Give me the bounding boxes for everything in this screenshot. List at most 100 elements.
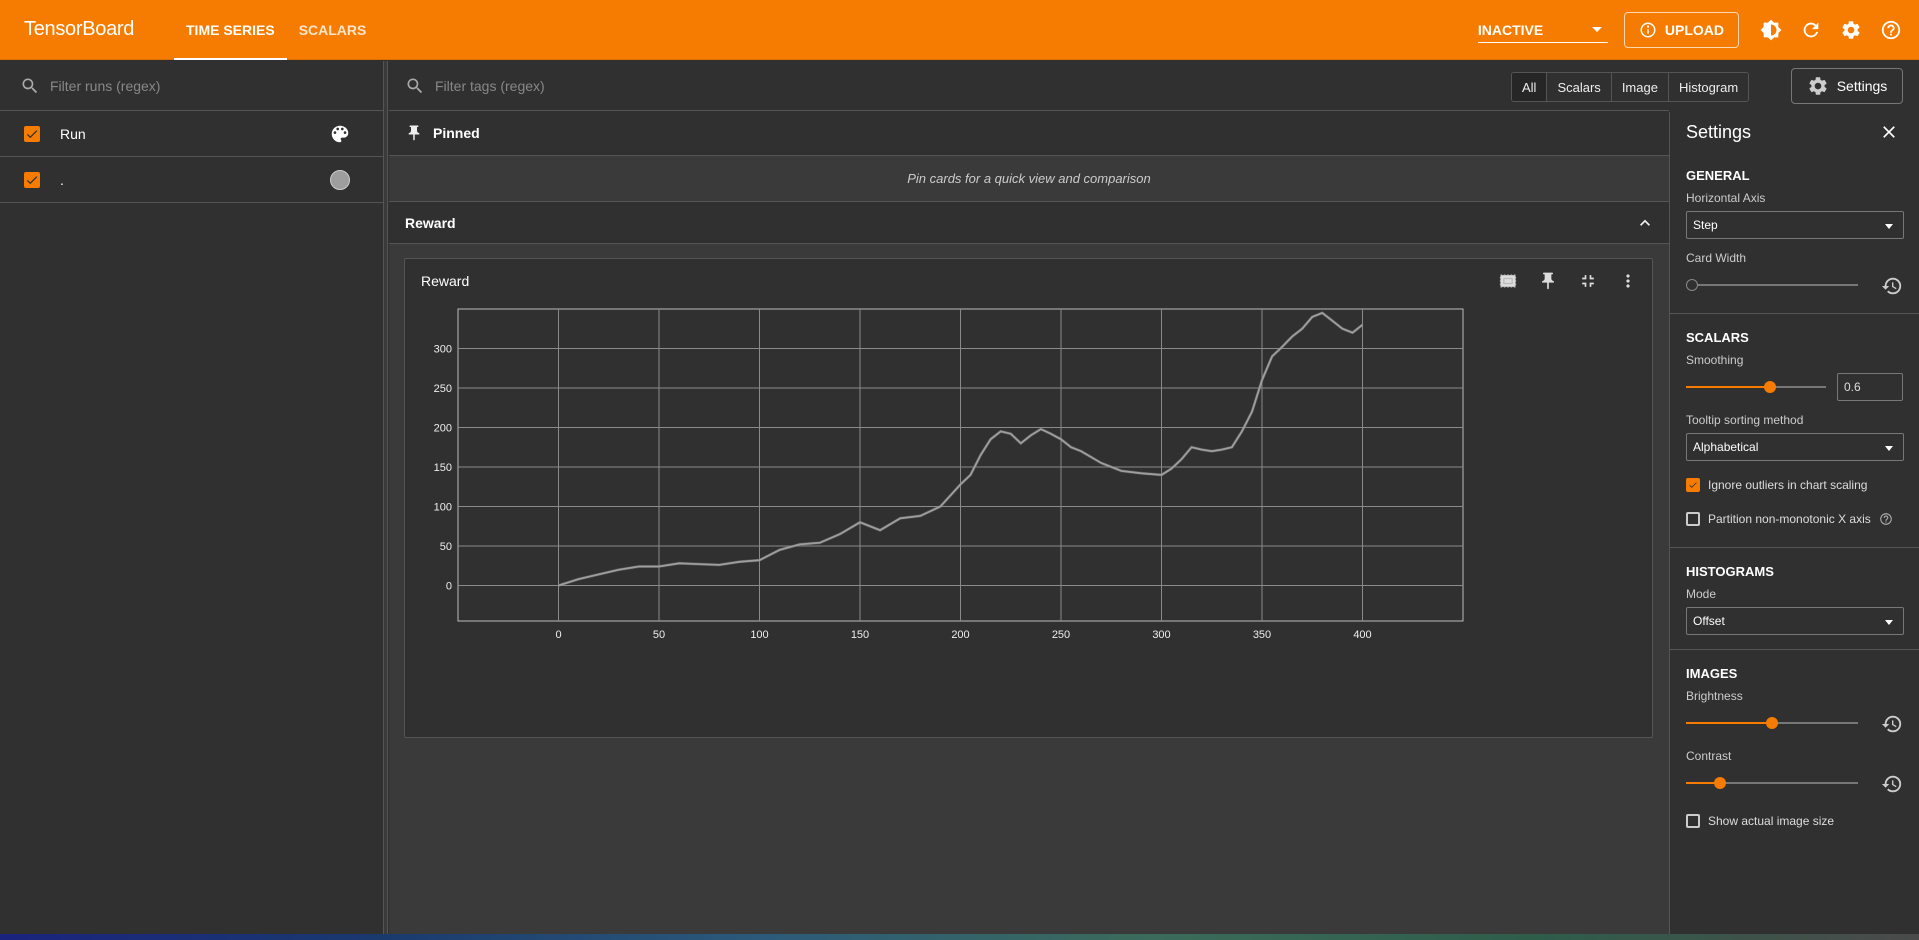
theme-toggle-button[interactable] <box>1751 10 1791 50</box>
y-tick-label: 100 <box>434 501 452 513</box>
run-row[interactable]: . <box>0 157 383 203</box>
x-tick-label: 350 <box>1253 629 1271 641</box>
brightness-label: Brightness <box>1686 689 1743 703</box>
slider-thumb[interactable] <box>1764 381 1776 393</box>
inactive-plugins-select[interactable]: INACTIVE <box>1477 17 1608 43</box>
actual-size-row[interactable]: Show actual image size <box>1686 807 1903 835</box>
settings-toggle-button[interactable]: Settings <box>1791 68 1903 104</box>
run-checkbox[interactable] <box>24 171 40 188</box>
fit-domain-button[interactable] <box>1490 267 1526 295</box>
x-tick-label: 150 <box>851 629 869 641</box>
filter-scalars-button[interactable]: Scalars <box>1546 73 1611 101</box>
palette-icon[interactable] <box>329 123 351 145</box>
horizontal-axis-label: Horizontal Axis <box>1686 191 1766 205</box>
settings-scalars-section: SCALARS Smoothing 0.6 Tooltip sorting me… <box>1670 314 1919 548</box>
x-tick-label: 200 <box>951 629 969 641</box>
pin-icon <box>408 125 420 141</box>
x-tick-label: 100 <box>750 629 768 641</box>
slider-thumb[interactable] <box>1714 777 1726 789</box>
y-tick-label: 0 <box>446 580 452 592</box>
close-icon[interactable] <box>1879 122 1899 142</box>
brand-title: TensorBoard <box>24 18 135 40</box>
runs-sidebar: Run . <box>0 61 384 934</box>
reset-icon[interactable] <box>1881 773 1903 795</box>
refresh-icon <box>1803 22 1819 38</box>
brightness-icon <box>1760 19 1782 41</box>
line-chart[interactable]: 0 50 100 150 200 250 300 350 400 0 50 100 150 200 250 3… <box>405 299 1652 679</box>
contrast-slider[interactable] <box>1686 769 1903 797</box>
filter-all-button[interactable]: All <box>1512 73 1547 101</box>
general-heading: GENERAL <box>1686 168 1750 183</box>
runs-header-row: Run <box>0 111 383 157</box>
tags-filter-input[interactable] <box>435 77 1035 94</box>
x-tick-label: 400 <box>1353 629 1371 641</box>
histogram-mode-select[interactable]: Offset <box>1686 607 1904 635</box>
help-button[interactable] <box>1871 10 1911 50</box>
pinned-label: Pinned <box>433 125 480 141</box>
smoothing-label: Smoothing <box>1686 353 1744 367</box>
top-right-toolbar: INACTIVE UPLOAD <box>1477 0 1919 60</box>
actual-size-checkbox[interactable] <box>1686 814 1700 828</box>
check-icon <box>1689 482 1697 488</box>
settings-gear-button[interactable] <box>1831 10 1871 50</box>
tab-time-series[interactable]: TIME SERIES <box>174 0 287 60</box>
pin-icon <box>1542 272 1554 290</box>
card-width-slider[interactable] <box>1686 271 1903 299</box>
reload-button[interactable] <box>1791 10 1831 50</box>
reset-icon[interactable] <box>1881 275 1903 297</box>
smoothing-slider[interactable]: 0.6 <box>1686 373 1903 401</box>
top-app-bar: TensorBoard TIME SERIES SCALARS INACTIVE… <box>0 0 1919 60</box>
search-icon <box>22 78 38 93</box>
tooltip-sort-select[interactable]: Alphabetical <box>1686 433 1904 461</box>
toggle-full-size-button[interactable] <box>1570 267 1606 295</box>
inactive-select-value: INACTIVE <box>1477 21 1544 38</box>
card-menu-button[interactable] <box>1610 267 1646 295</box>
partition-checkbox[interactable] <box>1686 512 1700 526</box>
horizontal-axis-value: Step <box>1693 218 1718 232</box>
gear-icon <box>1809 77 1827 95</box>
reward-group-header[interactable]: Reward <box>389 202 1669 244</box>
card-toolbar <box>1490 267 1646 295</box>
smoothing-input[interactable]: 0.6 <box>1837 373 1903 401</box>
y-tick-label: 150 <box>434 462 452 474</box>
ignore-outliers-label: Ignore outliers in chart scaling <box>1708 478 1868 492</box>
settings-images-section: IMAGES Brightness Contrast Show actual i… <box>1670 650 1919 849</box>
slider-fill <box>1686 386 1770 388</box>
runs-filter-input[interactable] <box>50 77 350 94</box>
y-tick-label: 300 <box>434 343 452 355</box>
brightness-slider[interactable] <box>1686 709 1903 737</box>
slider-thumb[interactable] <box>1686 279 1698 291</box>
settings-histograms-section: HISTOGRAMS Mode Offset <box>1670 548 1919 650</box>
main-content: All Scalars Image Histogram Pinned Pin c… <box>389 61 1750 934</box>
filter-histogram-button[interactable]: Histogram <box>1667 73 1749 101</box>
reset-icon[interactable] <box>1881 713 1903 735</box>
histogram-mode-label: Mode <box>1686 587 1717 601</box>
run-color-swatch[interactable] <box>330 169 350 190</box>
scalars-heading: SCALARS <box>1686 330 1749 345</box>
horizontal-axis-select[interactable]: Step <box>1686 211 1904 239</box>
y-tick-label: 250 <box>434 383 452 395</box>
pin-card-button[interactable] <box>1530 267 1566 295</box>
images-heading: IMAGES <box>1686 666 1738 681</box>
tags-filter-bar: All Scalars Image Histogram <box>389 61 1750 111</box>
ignore-outliers-checkbox[interactable] <box>1686 478 1700 492</box>
settings-panel: Settings GENERAL Horizontal Axis Step Ca… <box>1669 112 1919 934</box>
chevron-up-icon[interactable] <box>1635 213 1655 233</box>
collapse-icon <box>1582 275 1594 287</box>
card-width-label: Card Width <box>1686 251 1747 265</box>
sidebar-resize-handle[interactable] <box>384 61 388 934</box>
slider-thumb[interactable] <box>1766 717 1778 729</box>
plugin-type-filter: All Scalars Image Histogram <box>1511 72 1750 102</box>
upload-button[interactable]: UPLOAD <box>1623 12 1739 48</box>
help-icon[interactable] <box>1879 512 1893 526</box>
chevron-down-icon <box>1885 446 1893 451</box>
search-icon <box>407 78 423 93</box>
tooltip-sort-value: Alphabetical <box>1693 440 1759 454</box>
filter-image-button[interactable]: Image <box>1610 73 1668 101</box>
help-icon <box>1881 20 1901 40</box>
tab-scalars[interactable]: SCALARS <box>287 0 379 60</box>
select-all-runs-checkbox[interactable] <box>24 125 40 142</box>
runs-header-label: Run <box>60 125 86 142</box>
ignore-outliers-row[interactable]: Ignore outliers in chart scaling <box>1686 471 1903 499</box>
partition-row[interactable]: Partition non-monotonic X axis <box>1686 505 1903 533</box>
